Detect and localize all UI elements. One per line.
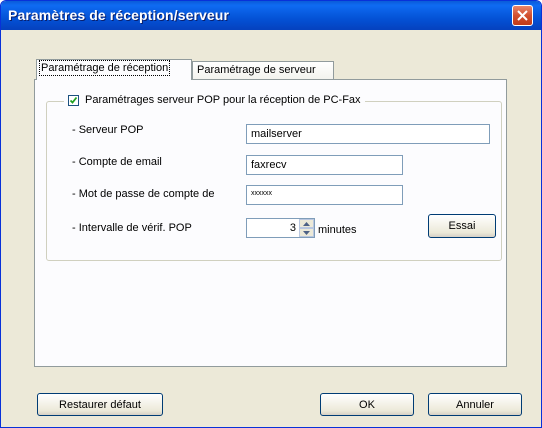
arrow-up-icon xyxy=(303,222,310,226)
spin-up-button[interactable] xyxy=(299,219,314,228)
ok-button[interactable]: OK xyxy=(320,393,414,416)
email-account-input[interactable]: faxrecv xyxy=(246,155,403,175)
password-label: - Mot de passe de compte de xyxy=(72,188,215,200)
tab-server-label: Paramétrage de serveur xyxy=(197,64,316,76)
window-title: Paramètres de réception/serveur xyxy=(8,7,229,23)
pop-settings-checkbox[interactable] xyxy=(68,94,79,106)
arrow-down-icon xyxy=(303,231,310,235)
spin-down-button[interactable] xyxy=(299,228,314,237)
cancel-button[interactable]: Annuler xyxy=(428,393,522,416)
email-account-label: - Compte de email xyxy=(72,156,162,168)
restore-defaults-button[interactable]: Restaurer défaut xyxy=(37,393,163,416)
tab-server[interactable]: Paramétrage de serveur xyxy=(192,61,334,79)
pop-settings-checkbox-label: Paramétrages serveur POP pour la récepti… xyxy=(85,94,361,106)
checkmark-icon xyxy=(69,96,78,104)
title-bar[interactable]: Paramètres de réception/serveur xyxy=(1,1,541,30)
password-input[interactable]: xxxxxx xyxy=(246,185,403,205)
pop-interval-stepper[interactable]: 3 xyxy=(246,218,315,238)
pop-settings-checkbox-row[interactable]: Paramétrages serveur POP pour la récepti… xyxy=(64,92,365,108)
pop-interval-value: 3 xyxy=(289,222,296,234)
pop-server-input[interactable]: mailserver xyxy=(246,124,490,144)
test-button[interactable]: Essai xyxy=(428,214,496,238)
pop-server-label: - Serveur POP xyxy=(72,124,144,136)
close-button[interactable] xyxy=(512,5,533,26)
close-icon xyxy=(517,10,528,21)
tab-reception[interactable]: Paramétrage de réception xyxy=(36,59,192,80)
tab-reception-label: Paramétrage de réception xyxy=(38,60,171,76)
interval-unit-label: minutes xyxy=(318,224,357,236)
pop-interval-label: - Intervalle de vérif. POP xyxy=(72,222,192,234)
